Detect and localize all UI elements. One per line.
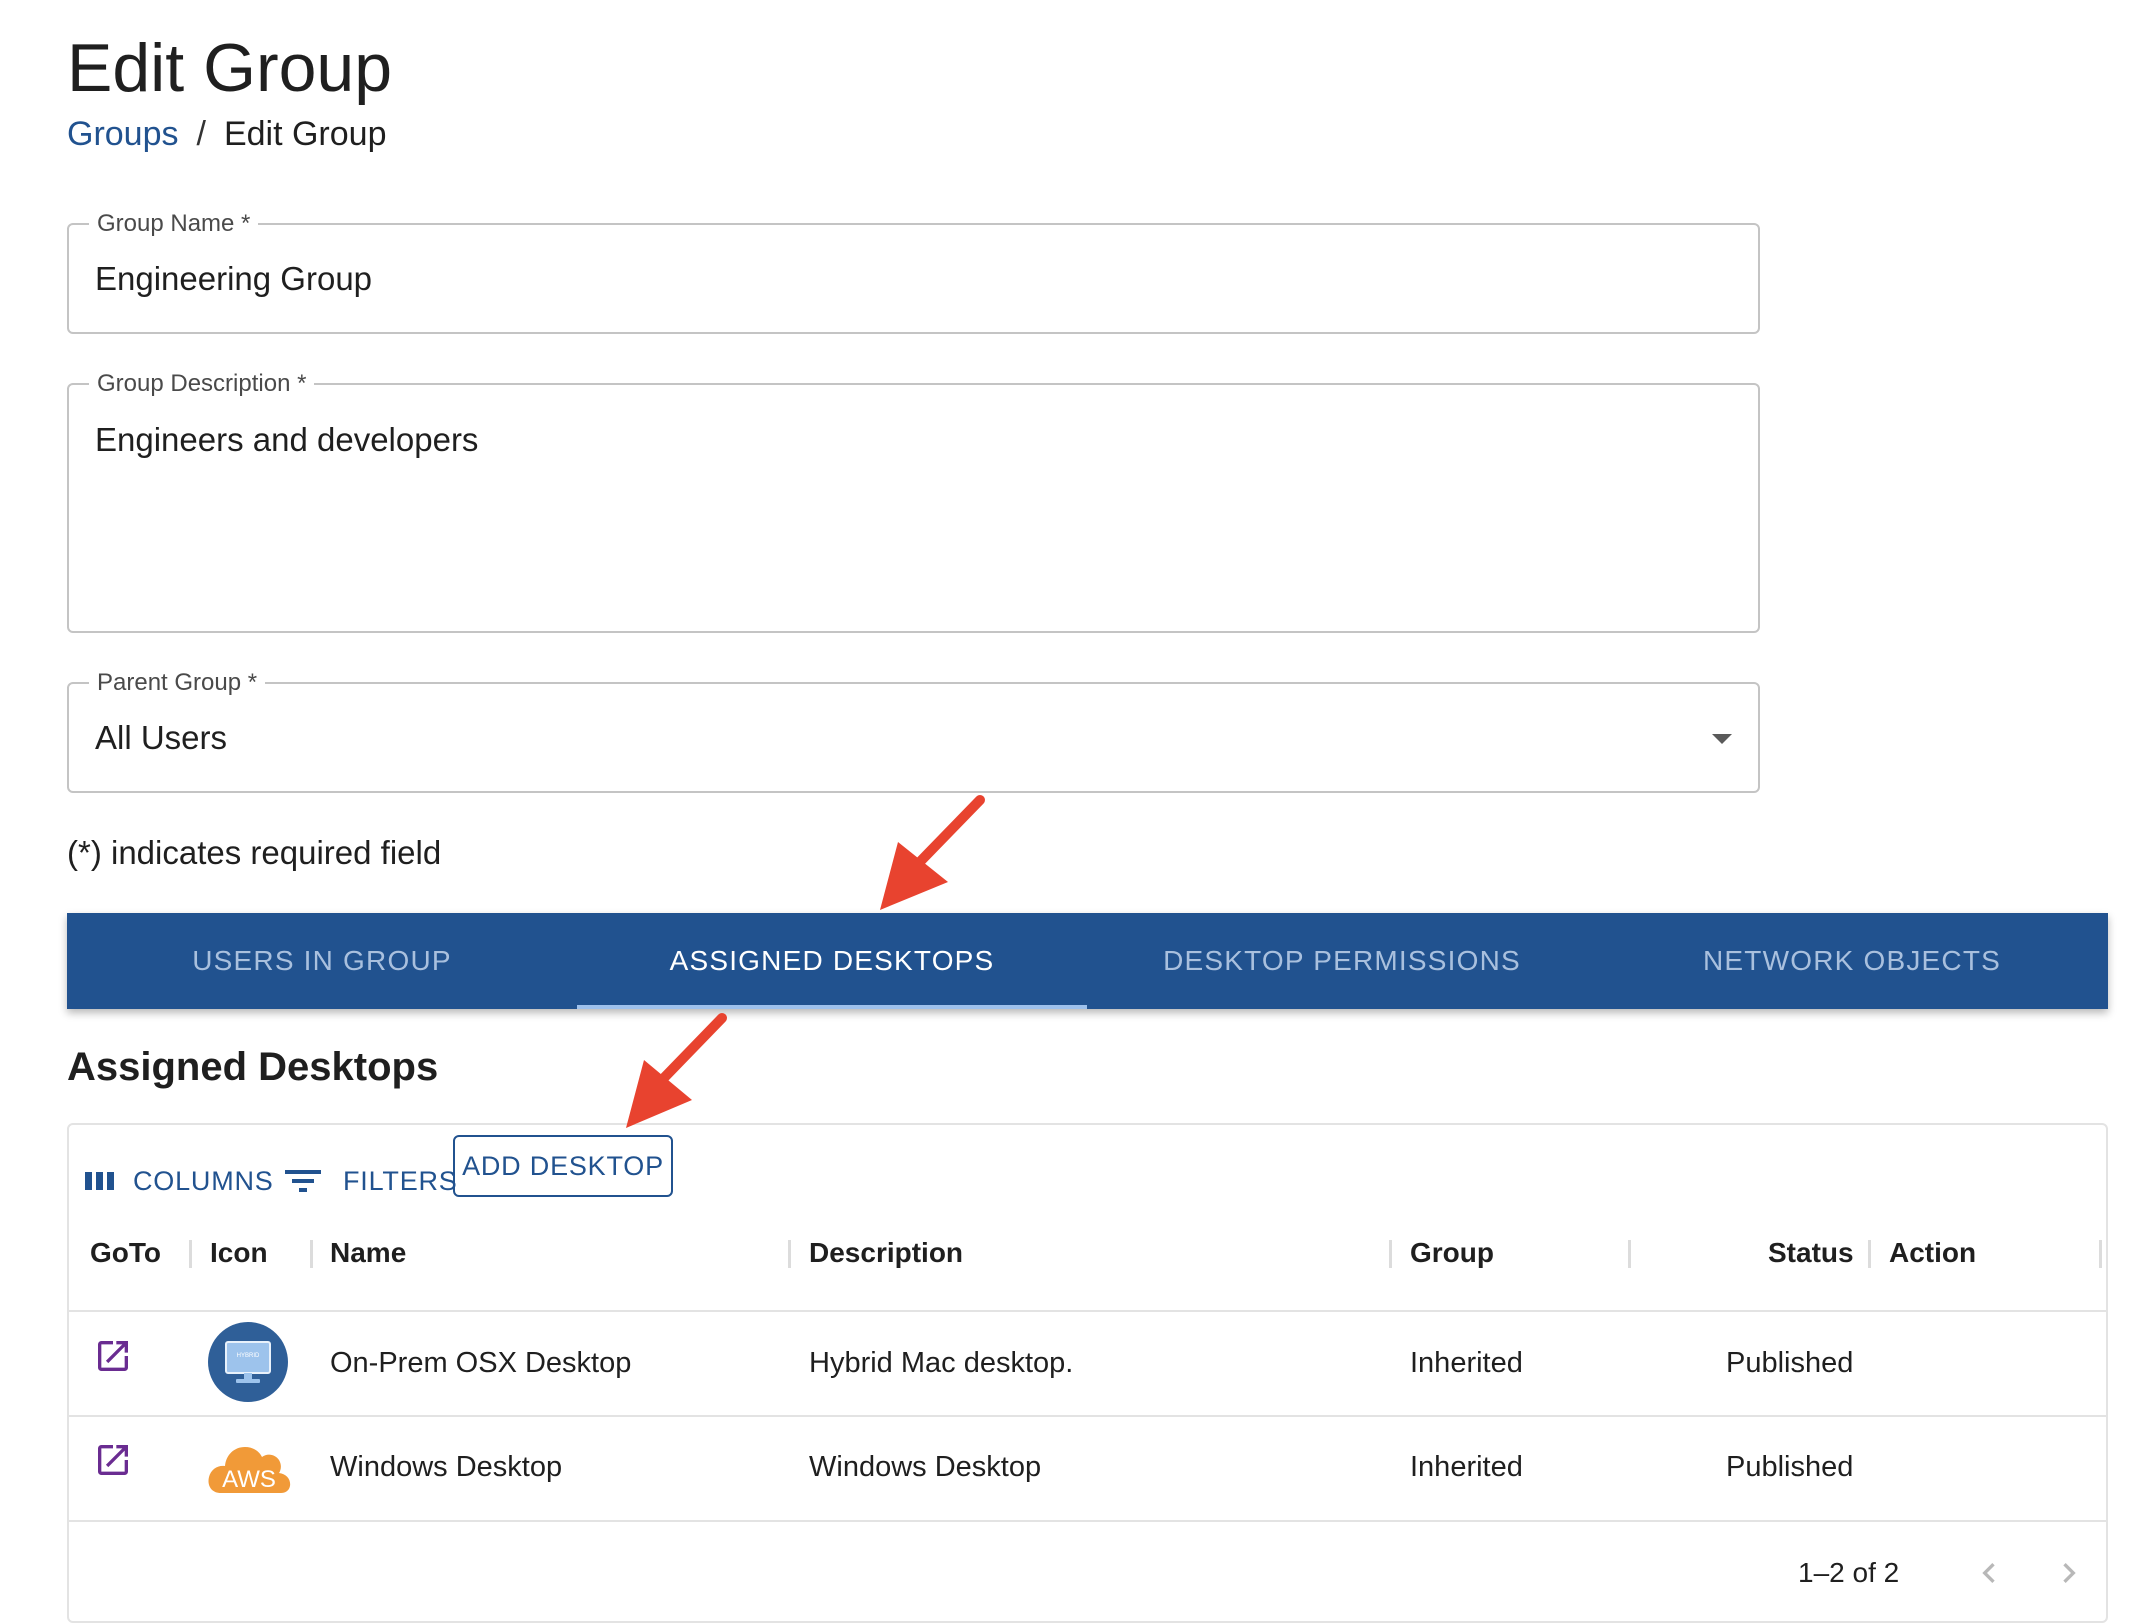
row-name: Windows Desktop bbox=[330, 1451, 563, 1483]
add-desktop-button[interactable]: ADD DESKTOP bbox=[453, 1135, 673, 1197]
active-tab-indicator bbox=[577, 1005, 1087, 1009]
tab-network-objects[interactable]: NETWORK OBJECTS bbox=[1597, 913, 2107, 1009]
group-name-label: Group Name * bbox=[89, 210, 259, 238]
column-header-name[interactable]: Name bbox=[330, 1237, 406, 1269]
columns-label: COLUMNS bbox=[133, 1165, 274, 1196]
filters-label: FILTERS bbox=[343, 1165, 458, 1196]
row-status: Published bbox=[1726, 1347, 1854, 1379]
group-description-field[interactable]: Group Description * Engineers and develo… bbox=[67, 370, 1760, 633]
dropdown-caret-icon[interactable] bbox=[1712, 734, 1732, 744]
group-description-label: Group Description * bbox=[89, 370, 315, 398]
group-description-value: Engineers and developers bbox=[95, 421, 479, 458]
open-in-new-icon[interactable] bbox=[93, 1336, 133, 1376]
column-header-status[interactable]: Status bbox=[1768, 1237, 1854, 1269]
row-divider bbox=[69, 1520, 2106, 1522]
columns-button[interactable]: COLUMNS bbox=[85, 1149, 274, 1213]
tab-desktop-permissions[interactable]: DESKTOP PERMISSIONS bbox=[1087, 913, 1597, 1009]
column-separator[interactable] bbox=[788, 1240, 791, 1268]
required-field-note: (*) indicates required field bbox=[67, 834, 442, 871]
column-separator[interactable] bbox=[2099, 1240, 2102, 1268]
section-title: Assigned Desktops bbox=[67, 1045, 439, 1089]
row-group: Inherited bbox=[1410, 1451, 1523, 1483]
open-in-new-icon[interactable] bbox=[93, 1440, 133, 1480]
column-separator[interactable] bbox=[189, 1240, 192, 1268]
annotation-arrow-icon bbox=[626, 1013, 727, 1128]
group-name-value: Engineering Group bbox=[95, 260, 373, 297]
pagination-count: 1–2 of 2 bbox=[1798, 1557, 1900, 1588]
row-status: Published bbox=[1726, 1451, 1854, 1483]
tab-assigned-desktops[interactable]: ASSIGNED DESKTOPS bbox=[577, 913, 1087, 1009]
aws-badge-text: AWS bbox=[222, 1466, 276, 1493]
column-separator[interactable] bbox=[1868, 1240, 1871, 1268]
column-header-icon[interactable]: Icon bbox=[210, 1237, 268, 1269]
breadcrumb-separator: / bbox=[196, 115, 206, 153]
column-header-action[interactable]: Action bbox=[1889, 1237, 1976, 1269]
chevron-right-icon[interactable] bbox=[2049, 1553, 2089, 1593]
header-divider bbox=[69, 1310, 2106, 1312]
parent-group-select[interactable]: Parent Group * All Users bbox=[67, 669, 1760, 793]
column-separator[interactable] bbox=[310, 1240, 313, 1268]
column-header-group[interactable]: Group bbox=[1410, 1237, 1494, 1269]
row-name: On-Prem OSX Desktop bbox=[330, 1347, 632, 1379]
breadcrumb-groups-link[interactable]: Groups bbox=[67, 115, 179, 153]
group-tabs: USERS IN GROUP ASSIGNED DESKTOPS DESKTOP… bbox=[67, 913, 2108, 1009]
parent-group-label: Parent Group * bbox=[89, 669, 266, 697]
page-title: Edit Group bbox=[67, 30, 393, 106]
column-separator[interactable] bbox=[1628, 1240, 1631, 1268]
breadcrumb: Groups / Edit Group bbox=[67, 112, 386, 156]
column-header-goto[interactable]: GoTo bbox=[90, 1237, 161, 1269]
chevron-left-icon[interactable] bbox=[1969, 1553, 2009, 1593]
row-divider bbox=[69, 1415, 2106, 1417]
row-description: Windows Desktop bbox=[809, 1451, 1042, 1483]
aws-cloud-icon: AWS bbox=[208, 1447, 291, 1493]
assigned-desktops-grid: COLUMNS FILTERS ADD DESKTOP GoTo Icon Na… bbox=[67, 1123, 2108, 1623]
group-name-field[interactable]: Group Name * Engineering Group bbox=[67, 210, 1760, 334]
column-separator[interactable] bbox=[1389, 1240, 1392, 1268]
tab-users-in-group[interactable]: USERS IN GROUP bbox=[67, 913, 577, 1009]
filter-icon bbox=[285, 1170, 321, 1192]
filters-button[interactable]: FILTERS bbox=[285, 1149, 458, 1213]
parent-group-value: All Users bbox=[95, 719, 228, 756]
annotation-arrow-icon bbox=[880, 795, 985, 910]
column-header-description[interactable]: Description bbox=[809, 1237, 963, 1269]
row-group: Inherited bbox=[1410, 1347, 1523, 1379]
row-description: Hybrid Mac desktop. bbox=[809, 1347, 1074, 1379]
columns-icon bbox=[85, 1172, 114, 1190]
hybrid-monitor-icon: HYBRID bbox=[208, 1322, 288, 1402]
hybrid-badge-text: HYBRID bbox=[237, 1353, 260, 1359]
breadcrumb-current: Edit Group bbox=[223, 115, 387, 153]
